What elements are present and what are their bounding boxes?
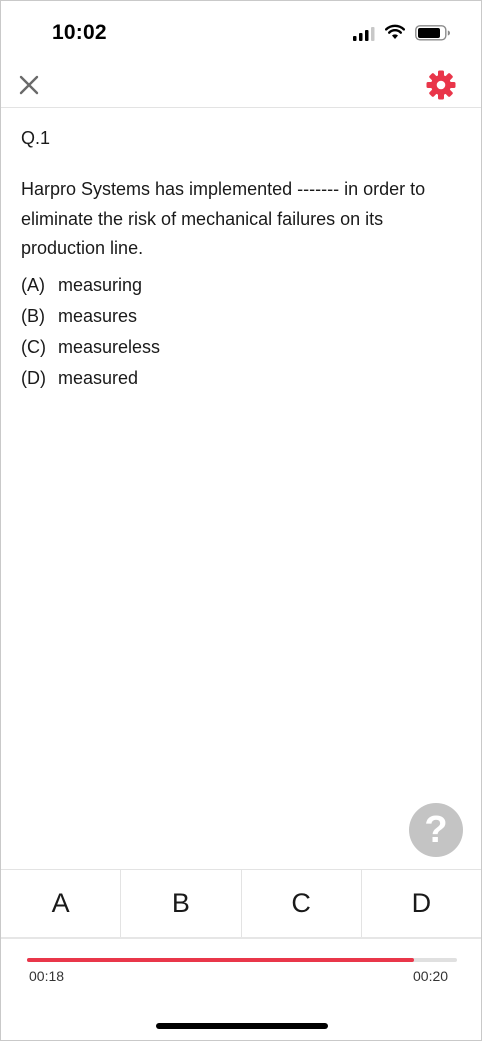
battery-icon	[415, 25, 450, 41]
screen: 10:02 Q.1 Harpro Systems has implemented…	[0, 0, 482, 1041]
answer-button-a[interactable]: A	[1, 870, 122, 937]
status-time: 10:02	[52, 21, 107, 44]
status-bar: 10:02	[1, 1, 481, 63]
option-b: (B) measures	[21, 301, 465, 332]
wifi-icon	[385, 24, 405, 39]
timer-progress-fill	[27, 958, 414, 962]
cellular-signal-icon	[353, 27, 375, 41]
top-bar	[1, 63, 481, 108]
option-a: (A) measuring	[21, 270, 465, 301]
option-text: measureless	[58, 336, 161, 357]
option-text: measuring	[58, 274, 143, 295]
help-button[interactable]: ?	[409, 803, 463, 857]
home-indicator	[156, 1023, 328, 1029]
option-text: measured	[58, 367, 139, 388]
option-letter: (B)	[21, 305, 45, 326]
timer-progress-bar	[27, 958, 457, 962]
option-letter: (C)	[21, 336, 46, 357]
option-d: (D) measured	[21, 363, 465, 394]
timer-elapsed: 00:18	[29, 968, 65, 984]
question-content: Q.1 Harpro Systems has implemented -----…	[21, 127, 465, 394]
answer-bar: A B C D	[1, 869, 481, 939]
answer-button-c[interactable]: C	[242, 870, 362, 937]
question-number: Q.1	[21, 128, 51, 148]
gear-icon[interactable]	[425, 69, 457, 101]
question-text: Harpro Systems has implemented ------- i…	[21, 179, 426, 258]
answer-button-b[interactable]: B	[121, 870, 242, 937]
answer-button-d[interactable]: D	[362, 870, 481, 937]
close-icon[interactable]	[15, 71, 43, 99]
option-letter: (D)	[21, 367, 46, 388]
option-letter: (A)	[21, 274, 45, 295]
option-text: measures	[58, 305, 138, 326]
option-c: (C) measureless	[21, 332, 465, 363]
timer-total: 00:20	[413, 968, 449, 984]
